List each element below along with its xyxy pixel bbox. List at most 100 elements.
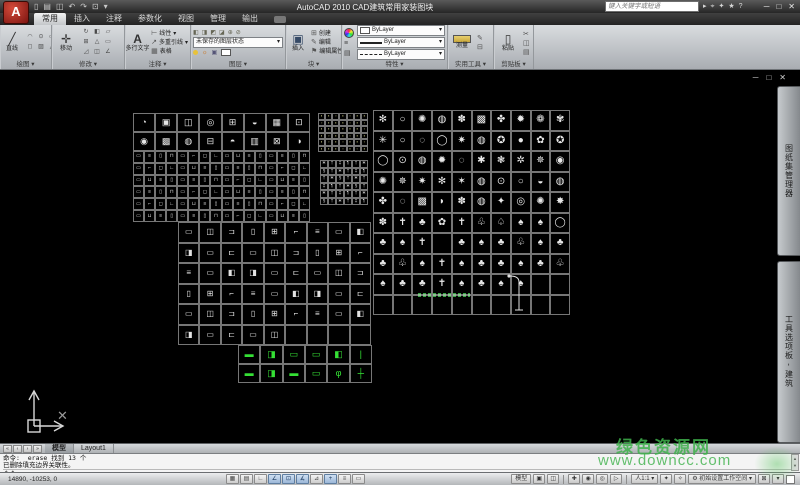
array-icon[interactable]: ⊞: [81, 38, 91, 47]
layout-nav-2[interactable]: ›: [23, 445, 32, 453]
panel-clipboard-label[interactable]: 剪贴板 ▾: [494, 60, 533, 69]
arc-icon[interactable]: ◠: [25, 33, 35, 42]
panel-properties-label[interactable]: 特性 ▾: [342, 60, 447, 69]
open-file-icon[interactable]: ▤: [43, 1, 51, 12]
polygon-icon[interactable]: △: [47, 43, 51, 52]
layout-nav-1[interactable]: ‹: [13, 445, 22, 453]
linetype-dropdown[interactable]: ByLayer ▾: [357, 49, 445, 60]
ribbon-tab-6[interactable]: 输出: [234, 13, 266, 25]
search-go-icon[interactable]: ▸: [703, 1, 707, 12]
paste-button[interactable]: ▯ 粘贴: [496, 33, 520, 53]
layer-color-swatch[interactable]: [221, 49, 231, 56]
qat-menu-icon[interactable]: ▾: [104, 1, 108, 12]
clean-screen-button[interactable]: [786, 475, 795, 484]
bulb-icon[interactable]: [193, 50, 198, 55]
panel-layers-label[interactable]: 图层 ▾: [191, 60, 285, 69]
polyline-icon[interactable]: ◻: [25, 43, 35, 52]
status-menu-icon[interactable]: ▾: [772, 474, 784, 484]
command-scrollbar[interactable]: ▲▼: [791, 454, 799, 471]
layout-nav-buttons[interactable]: «‹›»: [0, 445, 45, 453]
doc-close-button[interactable]: ✕: [779, 73, 786, 82]
ortho-toggle-button[interactable]: ∟: [254, 474, 267, 484]
ribbon-tab-2[interactable]: 注释: [98, 13, 130, 25]
snap-toggle-button[interactable]: ▦: [226, 474, 239, 484]
match-properties-icon[interactable]: ▤: [523, 48, 530, 56]
draw-tools-grid[interactable]: ◠ ⊙ ▭ ◻ ▨ △: [25, 33, 51, 52]
search-input[interactable]: [605, 1, 699, 12]
layout-nav-3[interactable]: »: [33, 445, 42, 453]
communication-center-icon[interactable]: ✦: [718, 1, 724, 12]
erase-icon[interactable]: ∠: [103, 48, 113, 57]
undo-icon[interactable]: ↶: [69, 1, 76, 12]
annotation-scale-button[interactable]: 人1:1 ▾: [631, 474, 658, 484]
color-dropdown[interactable]: ByLayer ▾: [357, 25, 445, 36]
lineweight-icon[interactable]: ≡: [344, 40, 354, 47]
panel-utilities-label[interactable]: 实用工具 ▾: [448, 60, 493, 69]
ribbon-tab-5[interactable]: 管理: [202, 13, 234, 25]
plot-icon[interactable]: ⊡: [92, 1, 99, 12]
cut-icon[interactable]: ✂: [523, 30, 530, 38]
panel-block-label[interactable]: 块 ▾: [286, 60, 341, 69]
ribbon-options-icon[interactable]: [274, 16, 286, 23]
measure-button[interactable]: 测量: [450, 35, 474, 50]
doc-minimize-button[interactable]: ─: [753, 73, 759, 82]
osnap-toggle-button[interactable]: ⊡: [282, 474, 295, 484]
insert-block-button[interactable]: ▣ 插入: [288, 33, 308, 53]
search-icon[interactable]: ⌖: [711, 1, 715, 12]
model-space-button[interactable]: 模型: [511, 474, 531, 484]
pan-icon[interactable]: ✚: [568, 474, 580, 484]
showmotion-icon[interactable]: ▷: [610, 474, 622, 484]
save-icon[interactable]: ◫: [56, 1, 64, 12]
steeringwheel-icon[interactable]: ◎: [596, 474, 608, 484]
copy-clip-icon[interactable]: ◫: [523, 39, 530, 47]
layout-nav-0[interactable]: «: [3, 445, 12, 453]
layer-on-icon[interactable]: ⊕: [228, 29, 233, 36]
workspace-switch-button[interactable]: ⚙ 初始设置工作空间 ▾: [688, 474, 756, 484]
color-wheel-icon[interactable]: [344, 28, 354, 38]
panel-annotate-label[interactable]: 注释 ▾: [125, 60, 190, 69]
help-icon[interactable]: ?: [739, 1, 743, 12]
lock-icon[interactable]: ▣: [212, 49, 218, 56]
redo-icon[interactable]: ↷: [80, 1, 87, 12]
close-button[interactable]: ✕: [788, 1, 795, 12]
drawing-canvas[interactable]: ─□✕ ✕ ◔▣◫◎⊞◒▦⊡◉▩◍⊟◓▥⊠◑▭≡▯⊓▭⌐◻∟▭⊔≡▯▭≡▯⊓▭⌐…: [0, 70, 800, 443]
ribbon-tab-3[interactable]: 参数化: [130, 13, 170, 25]
layer-isolate-icon[interactable]: ◨: [202, 29, 208, 36]
quick-view-drawings-icon[interactable]: ◫: [547, 474, 559, 484]
edit-block-button[interactable]: ✎ 编辑: [311, 39, 341, 47]
autoscale-icon[interactable]: ✧: [674, 474, 686, 484]
lwt-toggle-button[interactable]: ≡: [338, 474, 351, 484]
new-file-icon[interactable]: ▯: [34, 1, 38, 12]
zoom-icon[interactable]: ◉: [582, 474, 594, 484]
stretch-icon[interactable]: ▭: [103, 38, 113, 47]
layer-properties-icon[interactable]: ◧: [193, 29, 199, 36]
layer-lock-icon[interactable]: ⊘: [236, 29, 241, 36]
trim-icon[interactable]: ◧: [92, 28, 102, 37]
tab-model[interactable]: 模型: [45, 444, 74, 453]
rotate-icon[interactable]: ↻: [81, 28, 91, 37]
doc-restore-button[interactable]: □: [766, 73, 771, 82]
annotation-visibility-icon[interactable]: ✦: [660, 474, 672, 484]
mirror-icon[interactable]: △: [92, 38, 102, 47]
restore-button[interactable]: □: [776, 1, 781, 12]
otrack-toggle-button[interactable]: ∡: [296, 474, 309, 484]
application-menu-button[interactable]: A: [3, 1, 29, 24]
sun-icon[interactable]: ☼: [202, 50, 208, 56]
command-line[interactable]: 命令: _erase 找到 13 个 已删除填充边界关联性。 命令:: [0, 453, 800, 472]
ducs-toggle-button[interactable]: ⊿: [310, 474, 323, 484]
fillet-icon[interactable]: ◿: [81, 48, 91, 57]
line-button[interactable]: ╱ 直线: [2, 33, 22, 53]
qp-toggle-button[interactable]: ▭: [352, 474, 365, 484]
move-button[interactable]: ✛ 移动: [54, 33, 78, 53]
linear-dim-button[interactable]: ⊢ 线性 ▾: [151, 30, 188, 38]
toolbar-lock-icon[interactable]: ⊠: [758, 474, 770, 484]
ribbon-tab-4[interactable]: 视图: [170, 13, 202, 25]
ribbon-tab-1[interactable]: 插入: [66, 13, 98, 25]
layer-state-dropdown[interactable]: 未保存的图层状态 ▾: [193, 37, 283, 48]
modify-tools-grid[interactable]: ↻ ◧ ▱ ⊞ △ ▭ ◿ ◫ ∠: [81, 28, 113, 57]
quick-calc-icon[interactable]: ⊟: [477, 43, 483, 51]
tab-layout1[interactable]: Layout1: [74, 444, 114, 453]
layer-freeze-icon[interactable]: ◩: [210, 29, 216, 36]
copy-icon[interactable]: ▱: [103, 28, 113, 37]
multileader-button[interactable]: ↗ 多重引线 ▾: [151, 39, 188, 47]
